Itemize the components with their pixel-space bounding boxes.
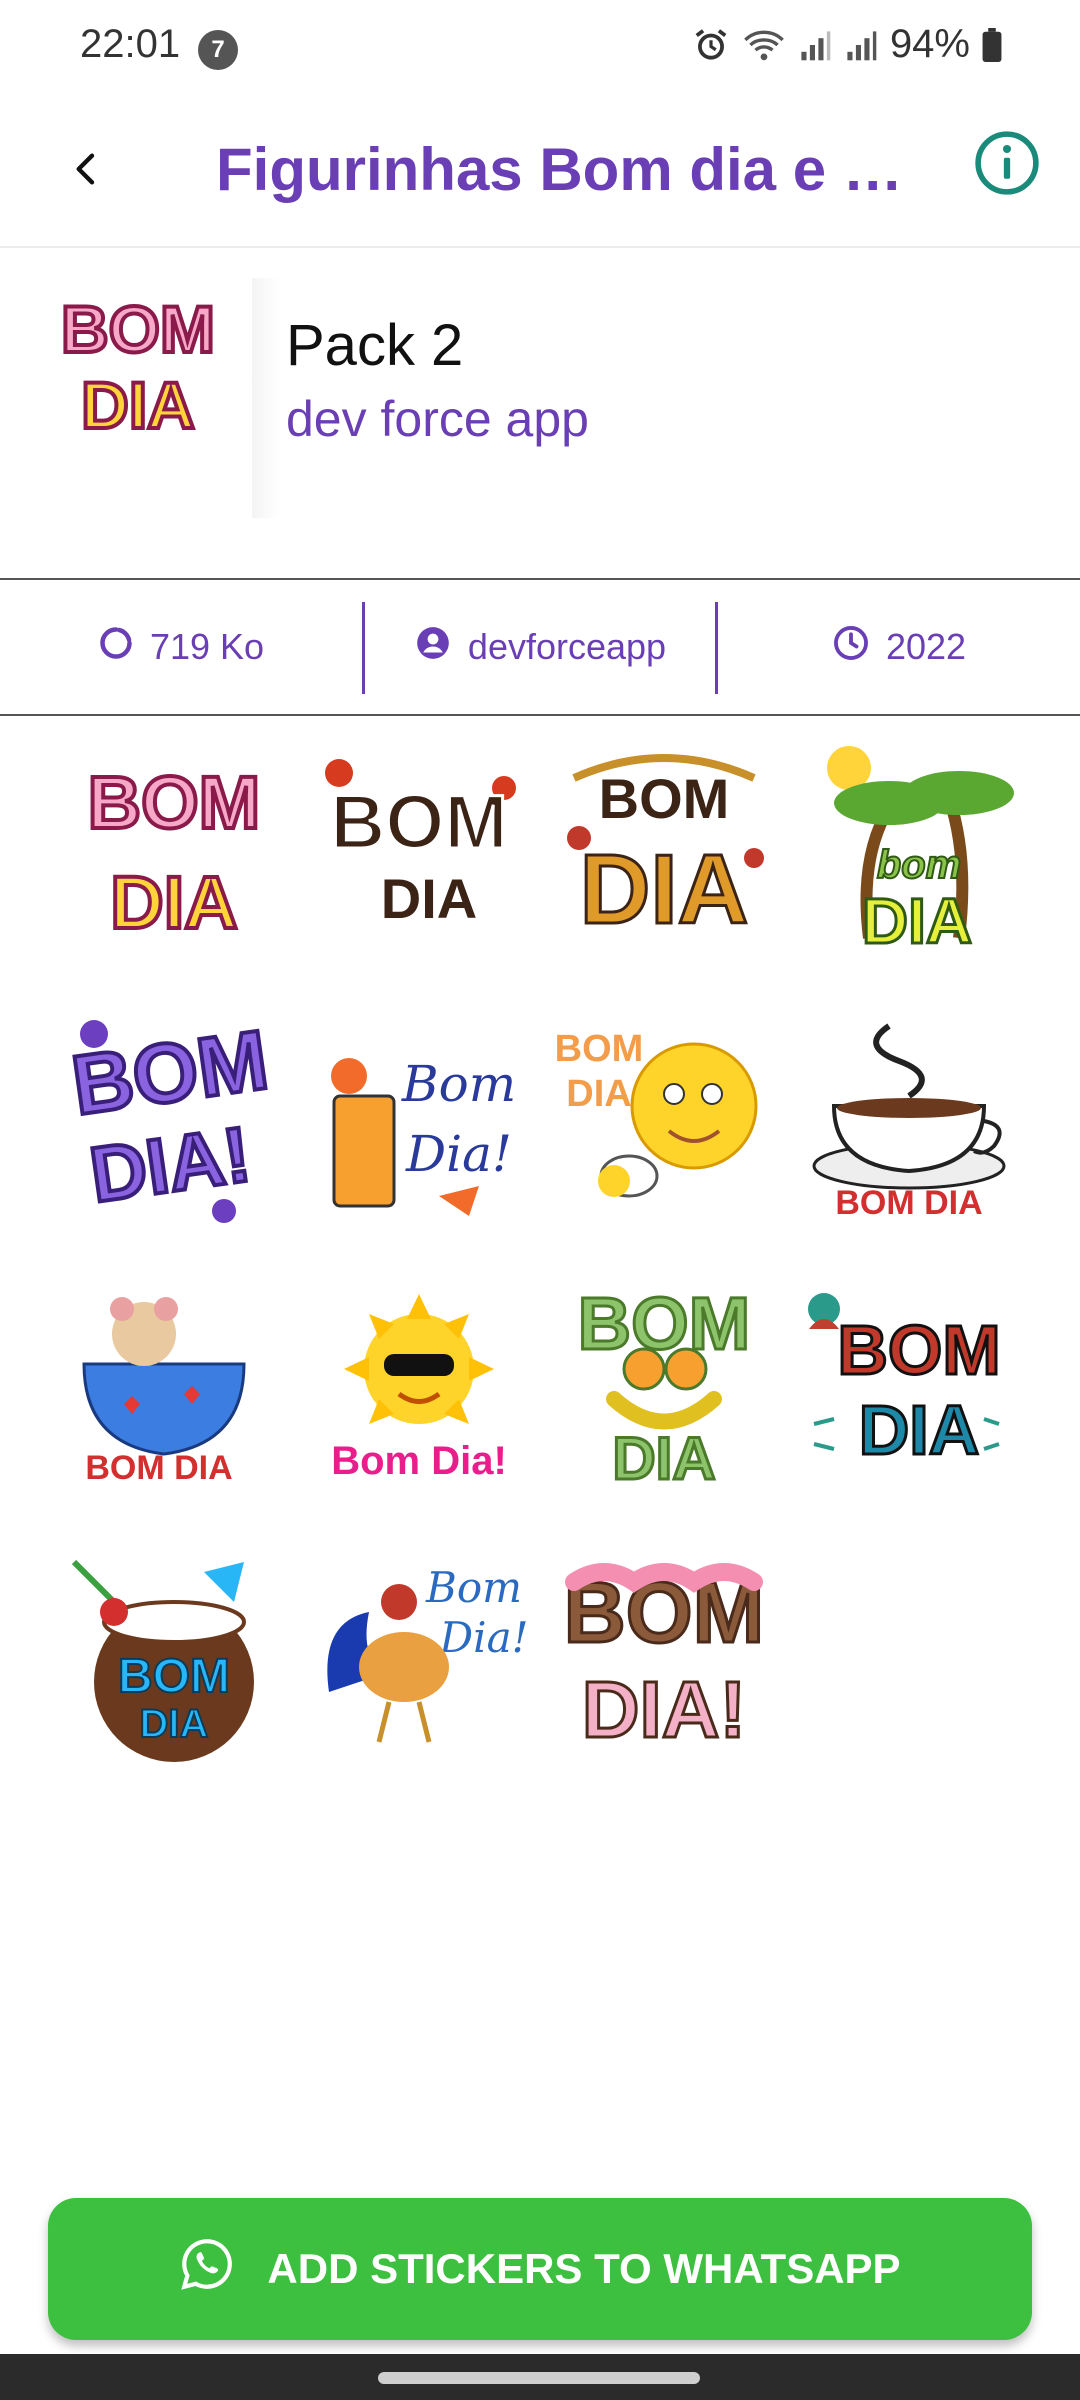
signal-icon-2 xyxy=(844,27,878,63)
svg-text:BOM: BOM xyxy=(599,767,730,830)
svg-text:DIA: DIA xyxy=(381,867,477,930)
svg-text:DIA!: DIA! xyxy=(582,1665,746,1754)
sticker-item[interactable]: BOM DIA xyxy=(64,1542,284,1762)
sticker-item[interactable]: BOM DIA xyxy=(309,738,529,958)
svg-text:BOM: BOM xyxy=(61,292,215,366)
svg-text:BOM: BOM xyxy=(837,1311,1000,1389)
pack-info-row: 719 Ko devforceapp 2022 xyxy=(0,578,1080,716)
top-app-bar: Figurinhas Bom dia e Bo... xyxy=(0,100,1080,248)
sticker-item[interactable]: Bom Dia! xyxy=(309,1542,529,1762)
size-icon xyxy=(98,625,134,670)
svg-text:DIA: DIA xyxy=(110,861,237,944)
whatsapp-icon xyxy=(179,2236,235,2302)
svg-text:BOM: BOM xyxy=(88,761,261,844)
add-to-whatsapp-button[interactable]: ADD STICKERS TO WHATSAPP xyxy=(48,2198,1032,2340)
svg-text:DIA: DIA xyxy=(612,1425,715,1492)
info-icon xyxy=(972,131,1042,202)
info-button[interactable] xyxy=(972,128,1042,198)
back-button[interactable] xyxy=(52,136,122,206)
pack-author-text: devforceapp xyxy=(467,626,667,667)
sticker-item[interactable]: BOM DIA! xyxy=(64,1006,284,1226)
status-bar: 22:01 7 94% xyxy=(0,0,1080,100)
svg-text:DIA: DIA xyxy=(566,1073,631,1115)
svg-text:BOM DIA: BOM DIA xyxy=(85,1449,232,1487)
pack-author: devforceapp xyxy=(365,580,715,714)
svg-text:Dia!: Dia! xyxy=(405,1125,512,1183)
pack-year-text: 2022 xyxy=(885,626,967,667)
svg-text:DIA: DIA xyxy=(81,368,195,442)
svg-text:Bom: Bom xyxy=(401,1055,516,1113)
pack-year: 2022 xyxy=(718,580,1080,714)
sticker-item[interactable]: BOM DIA xyxy=(554,1006,774,1226)
svg-text:BOM: BOM xyxy=(578,1282,751,1365)
pack-name: Pack 2 xyxy=(286,313,464,378)
svg-text:Dia!: Dia! xyxy=(438,1613,528,1662)
alarm-icon xyxy=(692,26,730,64)
sticker-item[interactable]: BOM DIA xyxy=(64,1274,284,1494)
battery-icon xyxy=(982,27,1002,62)
page-title: Figurinhas Bom dia e Bo... xyxy=(216,136,916,203)
clock-icon xyxy=(832,624,870,671)
svg-text:Bom: Bom xyxy=(425,1563,522,1612)
pack-header: BOM DIA Pack 2 dev force app xyxy=(0,246,1080,576)
svg-text:BOM: BOM xyxy=(118,1650,230,1703)
svg-text:DIA: DIA xyxy=(140,1702,209,1746)
svg-text:DIA: DIA xyxy=(862,885,972,957)
svg-text:BOM DIA: BOM DIA xyxy=(835,1184,982,1222)
arrow-back-icon xyxy=(67,149,107,194)
svg-text:Bom Dia!: Bom Dia! xyxy=(331,1439,507,1483)
home-gesture-handle[interactable] xyxy=(378,2372,700,2384)
status-icons: 94% xyxy=(692,22,1002,67)
account-circle-icon xyxy=(414,624,452,671)
svg-text:BOM: BOM xyxy=(555,1028,644,1070)
sticker-item[interactable]: Bom Dia! xyxy=(309,1006,529,1226)
tray-icon-image: BOM DIA xyxy=(48,280,228,460)
battery-percent: 94% xyxy=(889,22,970,66)
sticker-item[interactable]: BOM DIA xyxy=(64,738,284,958)
svg-text:DIA: DIA xyxy=(859,1391,980,1469)
tray-divider xyxy=(252,278,280,518)
status-time: 22:01 xyxy=(80,22,181,66)
svg-text:bom: bom xyxy=(877,843,961,887)
pack-size: 719 Ko xyxy=(0,580,362,714)
sticker-item[interactable]: Bom Dia! xyxy=(309,1274,529,1494)
sticker-item[interactable]: BOM DIA xyxy=(554,1274,774,1494)
wifi-icon xyxy=(742,26,786,64)
sticker-item[interactable]: BOM DIA xyxy=(799,1274,1019,1494)
system-nav-bar xyxy=(0,2354,1080,2400)
pack-size-text: 719 Ko xyxy=(149,626,265,667)
svg-text:BOM: BOM xyxy=(330,780,507,865)
svg-text:DIA: DIA xyxy=(580,834,749,944)
sticker-item[interactable]: BOM DIA! xyxy=(554,1542,774,1762)
pack-publisher: dev force app xyxy=(286,391,589,447)
sticker-item[interactable]: BOM DIA xyxy=(799,1006,1019,1226)
add-button-label: ADD STICKERS TO WHATSAPP xyxy=(267,2245,901,2292)
signal-icon-1 xyxy=(798,27,832,63)
notification-count-badge: 7 xyxy=(198,30,238,70)
sticker-item[interactable]: BOM DIA xyxy=(554,738,774,958)
sticker-item[interactable]: bom DIA xyxy=(799,738,1019,958)
